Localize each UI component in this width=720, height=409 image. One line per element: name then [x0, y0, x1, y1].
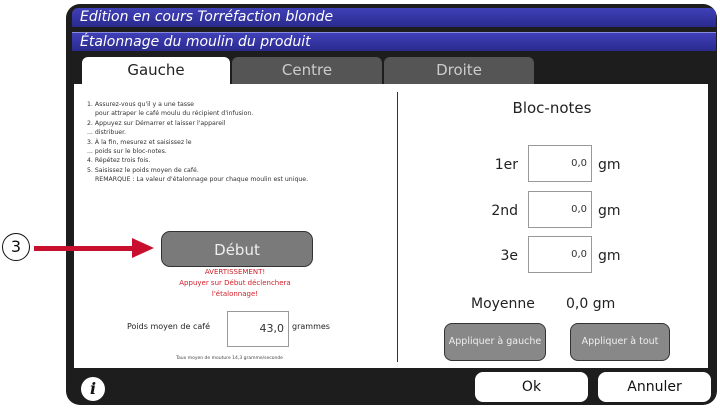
- instruction-line: 4. Répétez trois fois.: [87, 157, 151, 165]
- instruction-line: 2. Appuyez sur Démarrer et laisser l'app…: [87, 119, 226, 127]
- tab-centre[interactable]: Centre: [232, 57, 382, 84]
- callout-number: 3: [2, 233, 30, 261]
- apply-left-label: Appliquer à gauche: [448, 336, 542, 347]
- instruction-line: 3. À la fin, mesurez et saisissez le: [87, 138, 192, 146]
- instructions-list: 1. Assurez-vous qu'il y a une tasse pour…: [87, 100, 392, 185]
- apply-all-button[interactable]: Appliquer à tout: [570, 323, 670, 361]
- instruction-line: REMARQUE : La valeur d'étalonnage pour c…: [95, 176, 309, 184]
- warning-line-2: l'étalonnage!: [211, 290, 259, 298]
- notepad-row-label-1: 1er: [494, 157, 518, 173]
- apply-all-label: Appliquer à tout: [581, 336, 659, 347]
- notepad-row-label-2: 2nd: [491, 203, 518, 219]
- notepad-unit-2: gm: [598, 203, 621, 219]
- avg-weight-label: Poids moyen de café: [127, 322, 210, 331]
- instruction-line: ... distribuer.: [87, 129, 127, 137]
- notepad-input-1[interactable]: 0,0: [528, 145, 592, 182]
- tab-gauche[interactable]: Gauche: [82, 57, 230, 84]
- cancel-button[interactable]: Annuler: [598, 372, 711, 402]
- grind-rate-text: Taux moyen de mouture 14,3 gramme/second…: [176, 356, 283, 361]
- notepad-unit-1: gm: [598, 157, 621, 173]
- notepad-input-2[interactable]: 0,0: [528, 191, 592, 228]
- window-title-bar: Edition en cours Torréfaction blonde: [72, 8, 716, 27]
- ok-button[interactable]: Ok: [475, 372, 588, 402]
- instruction-line: 5. Saisissez le poids moyen de café.: [87, 166, 199, 174]
- tab-droite[interactable]: Droite: [384, 57, 534, 84]
- callout-arrow-icon: [132, 238, 154, 258]
- instruction-line: ... poids sur le bloc-notes.: [87, 148, 167, 156]
- warning-title: AVERTISSEMENT!: [204, 268, 266, 276]
- notepad-row-label-3: 3e: [500, 248, 518, 264]
- notepad-input-3[interactable]: 0,0: [528, 236, 592, 273]
- avg-weight-input[interactable]: 43,0: [227, 311, 289, 347]
- avg-weight-unit: grammes: [292, 322, 330, 331]
- warning-line-1: Appuyer sur Début déclenchera: [179, 279, 291, 287]
- notepad-title: Bloc-notes: [512, 99, 592, 117]
- section-title-bar: Étalonnage du moulin du produit: [72, 32, 716, 51]
- notepad-unit-3: gm: [598, 248, 621, 264]
- apply-left-button[interactable]: Appliquer à gauche: [444, 323, 546, 361]
- average-label: Moyenne: [471, 296, 535, 312]
- info-icon[interactable]: i: [81, 377, 105, 401]
- start-button[interactable]: Début: [161, 231, 313, 267]
- instruction-line: 1. Assurez-vous qu'il y a une tasse: [87, 101, 194, 108]
- callout-arrow-shaft: [34, 246, 134, 251]
- average-value: 0,0 gm: [566, 296, 616, 312]
- instruction-line: pour attraper le café moulu du récipient…: [95, 110, 254, 118]
- panel-divider: [397, 92, 398, 362]
